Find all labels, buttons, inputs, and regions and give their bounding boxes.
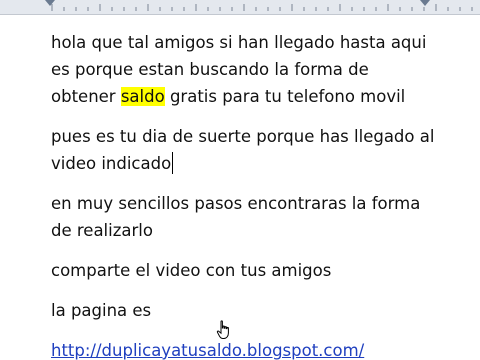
document-body[interactable]: hola que tal amigos si han llegado hasta… xyxy=(51,29,451,360)
hand-pointer-icon xyxy=(216,320,229,339)
text-line: comparte el video con tus amigos xyxy=(51,261,332,280)
document-page[interactable]: hola que tal amigos si han llegado hasta… xyxy=(0,15,480,360)
paragraph-link: http://duplicayatusaldo.blogspot.com/ xyxy=(51,337,451,360)
horizontal-ruler[interactable] xyxy=(0,0,480,15)
text-run: obtener xyxy=(51,87,121,106)
text-line-with-caret: video indicado xyxy=(51,150,451,177)
paragraph-5: la pagina es xyxy=(51,297,451,324)
paragraph-4: comparte el video con tus amigos xyxy=(51,257,451,284)
text-caret xyxy=(172,152,174,174)
highlighted-word: saldo xyxy=(120,87,165,106)
text-line: la pagina es xyxy=(51,301,152,320)
blog-link[interactable]: http://duplicayatusaldo.blogspot.com/ xyxy=(51,337,451,360)
right-indent-marker[interactable] xyxy=(420,0,430,6)
text-line: hola que tal amigos si han llegado hasta… xyxy=(51,33,427,52)
text-run: video indicado xyxy=(51,154,172,173)
text-line: pues es tu dia de suerte porque has lleg… xyxy=(51,127,435,146)
text-line: es porque estan buscando la forma de xyxy=(51,60,369,79)
paragraph-1: hola que tal amigos si han llegado hasta… xyxy=(51,29,451,110)
text-run: gratis para tu telefono movil xyxy=(164,87,406,106)
text-line: en muy sencillos pasos encontraras la fo… xyxy=(51,194,421,213)
text-line-with-highlight: obtener saldo gratis para tu telefono mo… xyxy=(51,83,451,110)
left-indent-marker[interactable] xyxy=(45,0,55,6)
ruler-ticks xyxy=(51,4,473,11)
paragraph-3: en muy sencillos pasos encontraras la fo… xyxy=(51,190,451,244)
paragraph-2: pues es tu dia de suerte porque has lleg… xyxy=(51,123,451,177)
text-line: de realizarlo xyxy=(51,221,153,240)
